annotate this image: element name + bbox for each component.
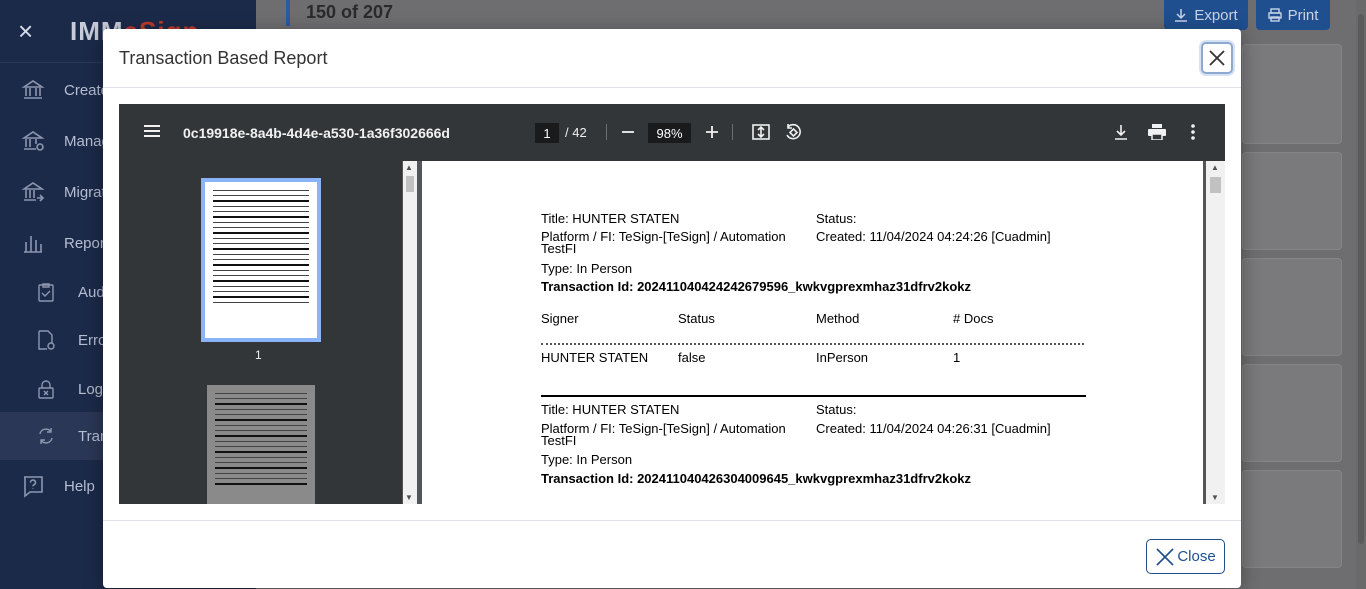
- thumbnail-content: [215, 393, 307, 489]
- bar-chart-icon: [20, 230, 46, 256]
- record-title: Title: HUNTER STATEN: [541, 402, 680, 417]
- pdf-file-name: 0c19918e-8a4b-4d4e-a530-1a36f302666d: [183, 125, 450, 141]
- record-status: Status:: [816, 402, 857, 417]
- fit-page-icon: [752, 124, 770, 140]
- column-signer: Signer: [541, 311, 579, 326]
- page-number-input[interactable]: 1: [535, 123, 559, 143]
- cell-docs: 1: [953, 350, 961, 365]
- print-pdf-button[interactable]: [1146, 121, 1168, 143]
- modal-footer: Close: [103, 520, 1241, 588]
- report-modal: Transaction Based Report 0c19918e-8a4b-4…: [103, 29, 1241, 588]
- background-card: [1242, 152, 1342, 250]
- background-card: [1242, 44, 1342, 144]
- scroll-down-icon[interactable]: ▼: [1211, 493, 1219, 502]
- refresh-icon: [36, 426, 56, 446]
- cell-method: InPerson: [816, 350, 869, 365]
- scroll-up-icon[interactable]: ▲: [405, 163, 413, 172]
- page-scrollbar[interactable]: [1356, 0, 1366, 589]
- printer-icon: [1148, 124, 1166, 140]
- page-thumbnail-1[interactable]: [201, 178, 321, 342]
- record-platform: Platform / FI: TeSign-[TeSign] / Automat…: [541, 421, 786, 436]
- background-card: [1242, 258, 1342, 356]
- cell-signer: HUNTER STATEN: [541, 350, 649, 365]
- minus-icon: [622, 131, 634, 133]
- thumbnail-content: [213, 190, 309, 307]
- bank-arrow-icon: [20, 179, 46, 205]
- zoom-input[interactable]: 98%: [648, 123, 691, 143]
- bank-gear-icon: [20, 128, 46, 154]
- lock-icon: [36, 379, 56, 399]
- record-type: Type: In Person: [541, 452, 633, 467]
- record-platform-cont: TestFI: [541, 241, 577, 256]
- close-icon[interactable]: ×: [18, 16, 40, 47]
- rotate-icon: [786, 123, 801, 140]
- scrollbar-thumb[interactable]: [1210, 177, 1221, 193]
- record-platform-cont: TestFI: [541, 433, 577, 448]
- record-title: Title: HUNTER STATEN: [541, 211, 680, 226]
- thumbnail-scrollbar[interactable]: ▲ ▼: [403, 161, 417, 504]
- printer-icon: [1267, 8, 1282, 22]
- zoom-out-button[interactable]: [617, 121, 639, 143]
- record-transaction-id: Transaction Id: 202411040426304009645_kw…: [541, 471, 971, 486]
- more-vertical-icon: [1191, 124, 1195, 140]
- record-created: Created: 11/04/2024 04:26:31 [Cuadmin]: [816, 421, 1051, 436]
- rotate-button[interactable]: [782, 121, 804, 143]
- record-transaction-id: Transaction Id: 202411040424242679596_kw…: [541, 279, 971, 294]
- toolbar-divider: [732, 124, 733, 140]
- table-divider: [541, 343, 1084, 345]
- pdf-viewer: 0c19918e-8a4b-4d4e-a530-1a36f302666d 1 /…: [119, 104, 1225, 504]
- scrollbar-thumb[interactable]: [1358, 14, 1364, 544]
- modal-header: Transaction Based Report: [103, 29, 1241, 88]
- close-icon: [1156, 547, 1174, 566]
- record-created: Created: 11/04/2024 04:24:26 [Cuadmin]: [816, 229, 1051, 244]
- thumbnail-page-label: 1: [255, 348, 262, 362]
- menu-icon[interactable]: [143, 124, 161, 143]
- scrollbar-thumb[interactable]: [406, 176, 414, 192]
- more-options-button[interactable]: [1182, 121, 1204, 143]
- close-icon: [1209, 50, 1225, 66]
- thumbnail-panel: 1 ▲ ▼: [119, 161, 417, 504]
- question-icon: [20, 473, 46, 499]
- scroll-down-icon[interactable]: ▼: [405, 493, 413, 502]
- modal-close-button[interactable]: [1201, 42, 1233, 74]
- background-card: [1242, 364, 1342, 462]
- document-gear-icon: [36, 330, 56, 350]
- column-status: Status: [678, 311, 715, 326]
- page-total: / 42: [565, 125, 587, 140]
- download-button[interactable]: [1110, 121, 1132, 143]
- record-type: Type: In Person: [541, 261, 633, 276]
- column-method: Method: [816, 311, 860, 326]
- column-docs: # Docs: [953, 311, 994, 326]
- zoom-in-button[interactable]: [701, 121, 723, 143]
- plus-icon: [706, 126, 718, 138]
- pdf-scrollbar[interactable]: ▲ ▼: [1206, 161, 1225, 504]
- toolbar-divider: [606, 124, 607, 140]
- background-card: [1242, 470, 1342, 568]
- fit-page-button[interactable]: [750, 121, 772, 143]
- clipboard-icon: [36, 282, 56, 302]
- record-separator: [541, 395, 1086, 397]
- cell-status: false: [678, 350, 706, 365]
- export-button[interactable]: Export: [1164, 0, 1248, 30]
- record-status: Status:: [816, 211, 857, 226]
- bank-icon: [20, 77, 46, 103]
- modal-title: Transaction Based Report: [119, 48, 328, 68]
- page-thumbnail-2[interactable]: [207, 385, 315, 504]
- print-button[interactable]: Print: [1256, 0, 1330, 30]
- close-button[interactable]: Close: [1146, 539, 1225, 574]
- download-icon: [1175, 9, 1188, 22]
- result-counter: 150 of 207: [286, 0, 393, 26]
- record-platform: Platform / FI: TeSign-[TeSign] / Automat…: [541, 229, 786, 244]
- pdf-toolbar: 0c19918e-8a4b-4d4e-a530-1a36f302666d 1 /…: [119, 104, 1225, 161]
- pdf-page: Title: HUNTER STATEN Status: Platform / …: [422, 161, 1203, 504]
- scroll-up-icon[interactable]: ▲: [1211, 163, 1219, 172]
- download-icon: [1115, 125, 1127, 140]
